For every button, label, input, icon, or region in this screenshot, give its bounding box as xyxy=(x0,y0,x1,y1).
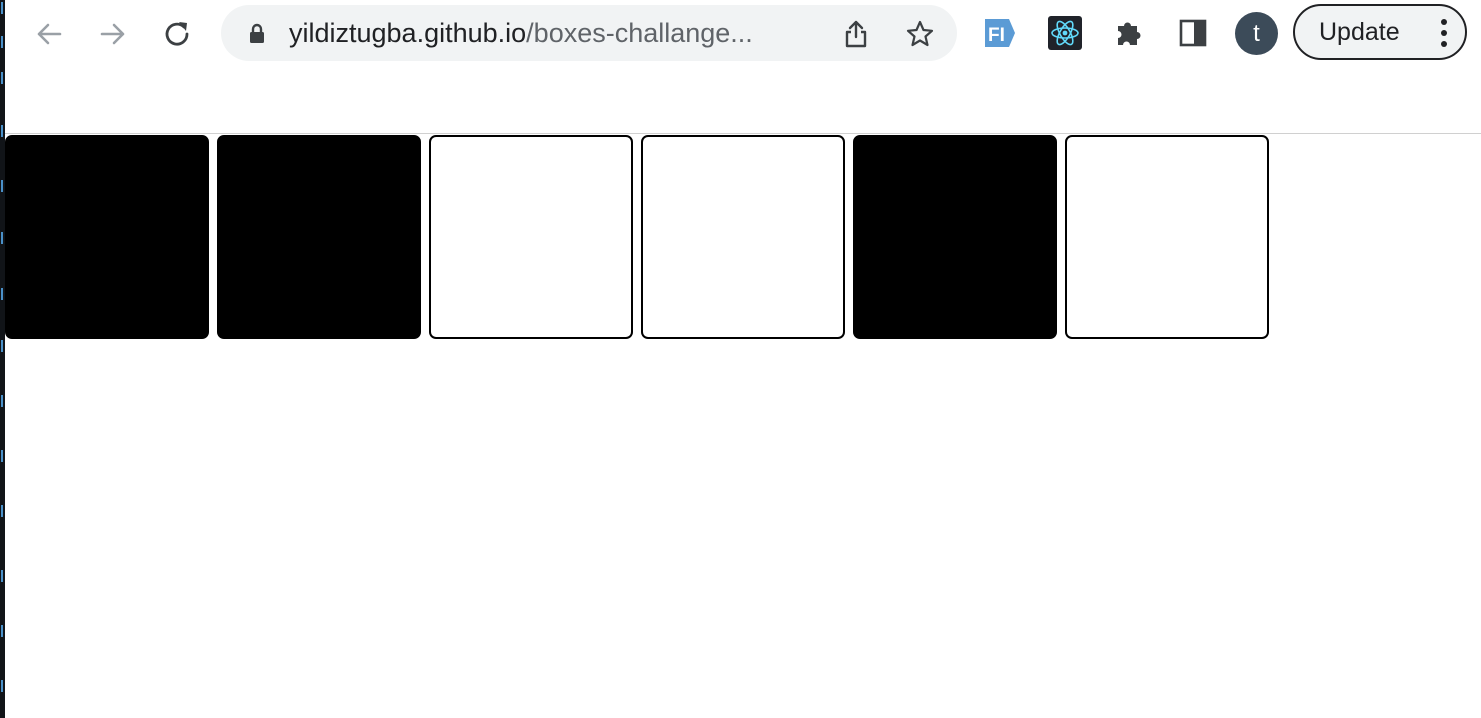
edge-tick xyxy=(1,180,3,192)
reload-icon xyxy=(165,22,189,46)
reload-button[interactable] xyxy=(157,14,197,54)
url-path: /boxes-challange... xyxy=(526,18,753,48)
edge-tick xyxy=(1,450,3,462)
edge-tick xyxy=(1,395,3,407)
edge-tick xyxy=(1,36,3,48)
arrow-right-icon xyxy=(100,23,125,45)
edge-tick xyxy=(1,72,3,84)
edge-tick xyxy=(1,288,3,300)
lock-icon[interactable] xyxy=(247,23,267,43)
box-2[interactable] xyxy=(217,135,421,339)
arrow-left-icon xyxy=(37,23,62,45)
fi-extension-button[interactable]: FI xyxy=(983,16,1017,50)
edge-tick xyxy=(1,125,3,137)
side-panel-icon xyxy=(1179,19,1207,47)
puzzle-icon xyxy=(1118,22,1141,45)
boxes-row xyxy=(5,135,1269,339)
box-1[interactable] xyxy=(5,135,209,339)
profile-avatar[interactable]: t xyxy=(1235,12,1278,55)
box-4[interactable] xyxy=(641,135,845,339)
box-6[interactable] xyxy=(1065,135,1269,339)
kebab-menu-icon[interactable] xyxy=(1441,18,1447,48)
react-devtools-icon xyxy=(1048,16,1082,50)
edge-tick xyxy=(1,625,3,637)
edge-tick xyxy=(1,680,3,692)
extensions-button[interactable] xyxy=(1112,16,1146,50)
edge-tick xyxy=(1,232,3,244)
box-5[interactable] xyxy=(853,135,1057,339)
react-devtools-button[interactable] xyxy=(1048,16,1082,50)
url-host: yildiztugba.github.io xyxy=(289,18,527,48)
page-divider xyxy=(5,133,1481,134)
edge-tick xyxy=(1,505,3,517)
fi-extension-icon: FI xyxy=(985,19,1015,47)
side-panel-button[interactable] xyxy=(1176,16,1210,50)
browser-toolbar: yildiztugba.github.io/boxes-challange...… xyxy=(5,0,1481,68)
svg-text:FI: FI xyxy=(988,25,1005,46)
edge-tick xyxy=(1,570,3,582)
address-bar[interactable]: yildiztugba.github.io/boxes-challange... xyxy=(221,5,957,61)
back-button[interactable] xyxy=(29,14,69,54)
forward-button[interactable] xyxy=(93,14,133,54)
url-text[interactable]: yildiztugba.github.io/boxes-challange... xyxy=(289,18,753,48)
update-button[interactable]: Update xyxy=(1293,4,1467,60)
share-icon[interactable] xyxy=(841,19,871,49)
box-3[interactable] xyxy=(429,135,633,339)
edge-tick xyxy=(1,340,3,352)
update-label: Update xyxy=(1319,17,1400,46)
star-icon[interactable] xyxy=(905,19,935,49)
editor-edge-strip xyxy=(0,0,5,718)
edge-tick xyxy=(1,2,3,14)
